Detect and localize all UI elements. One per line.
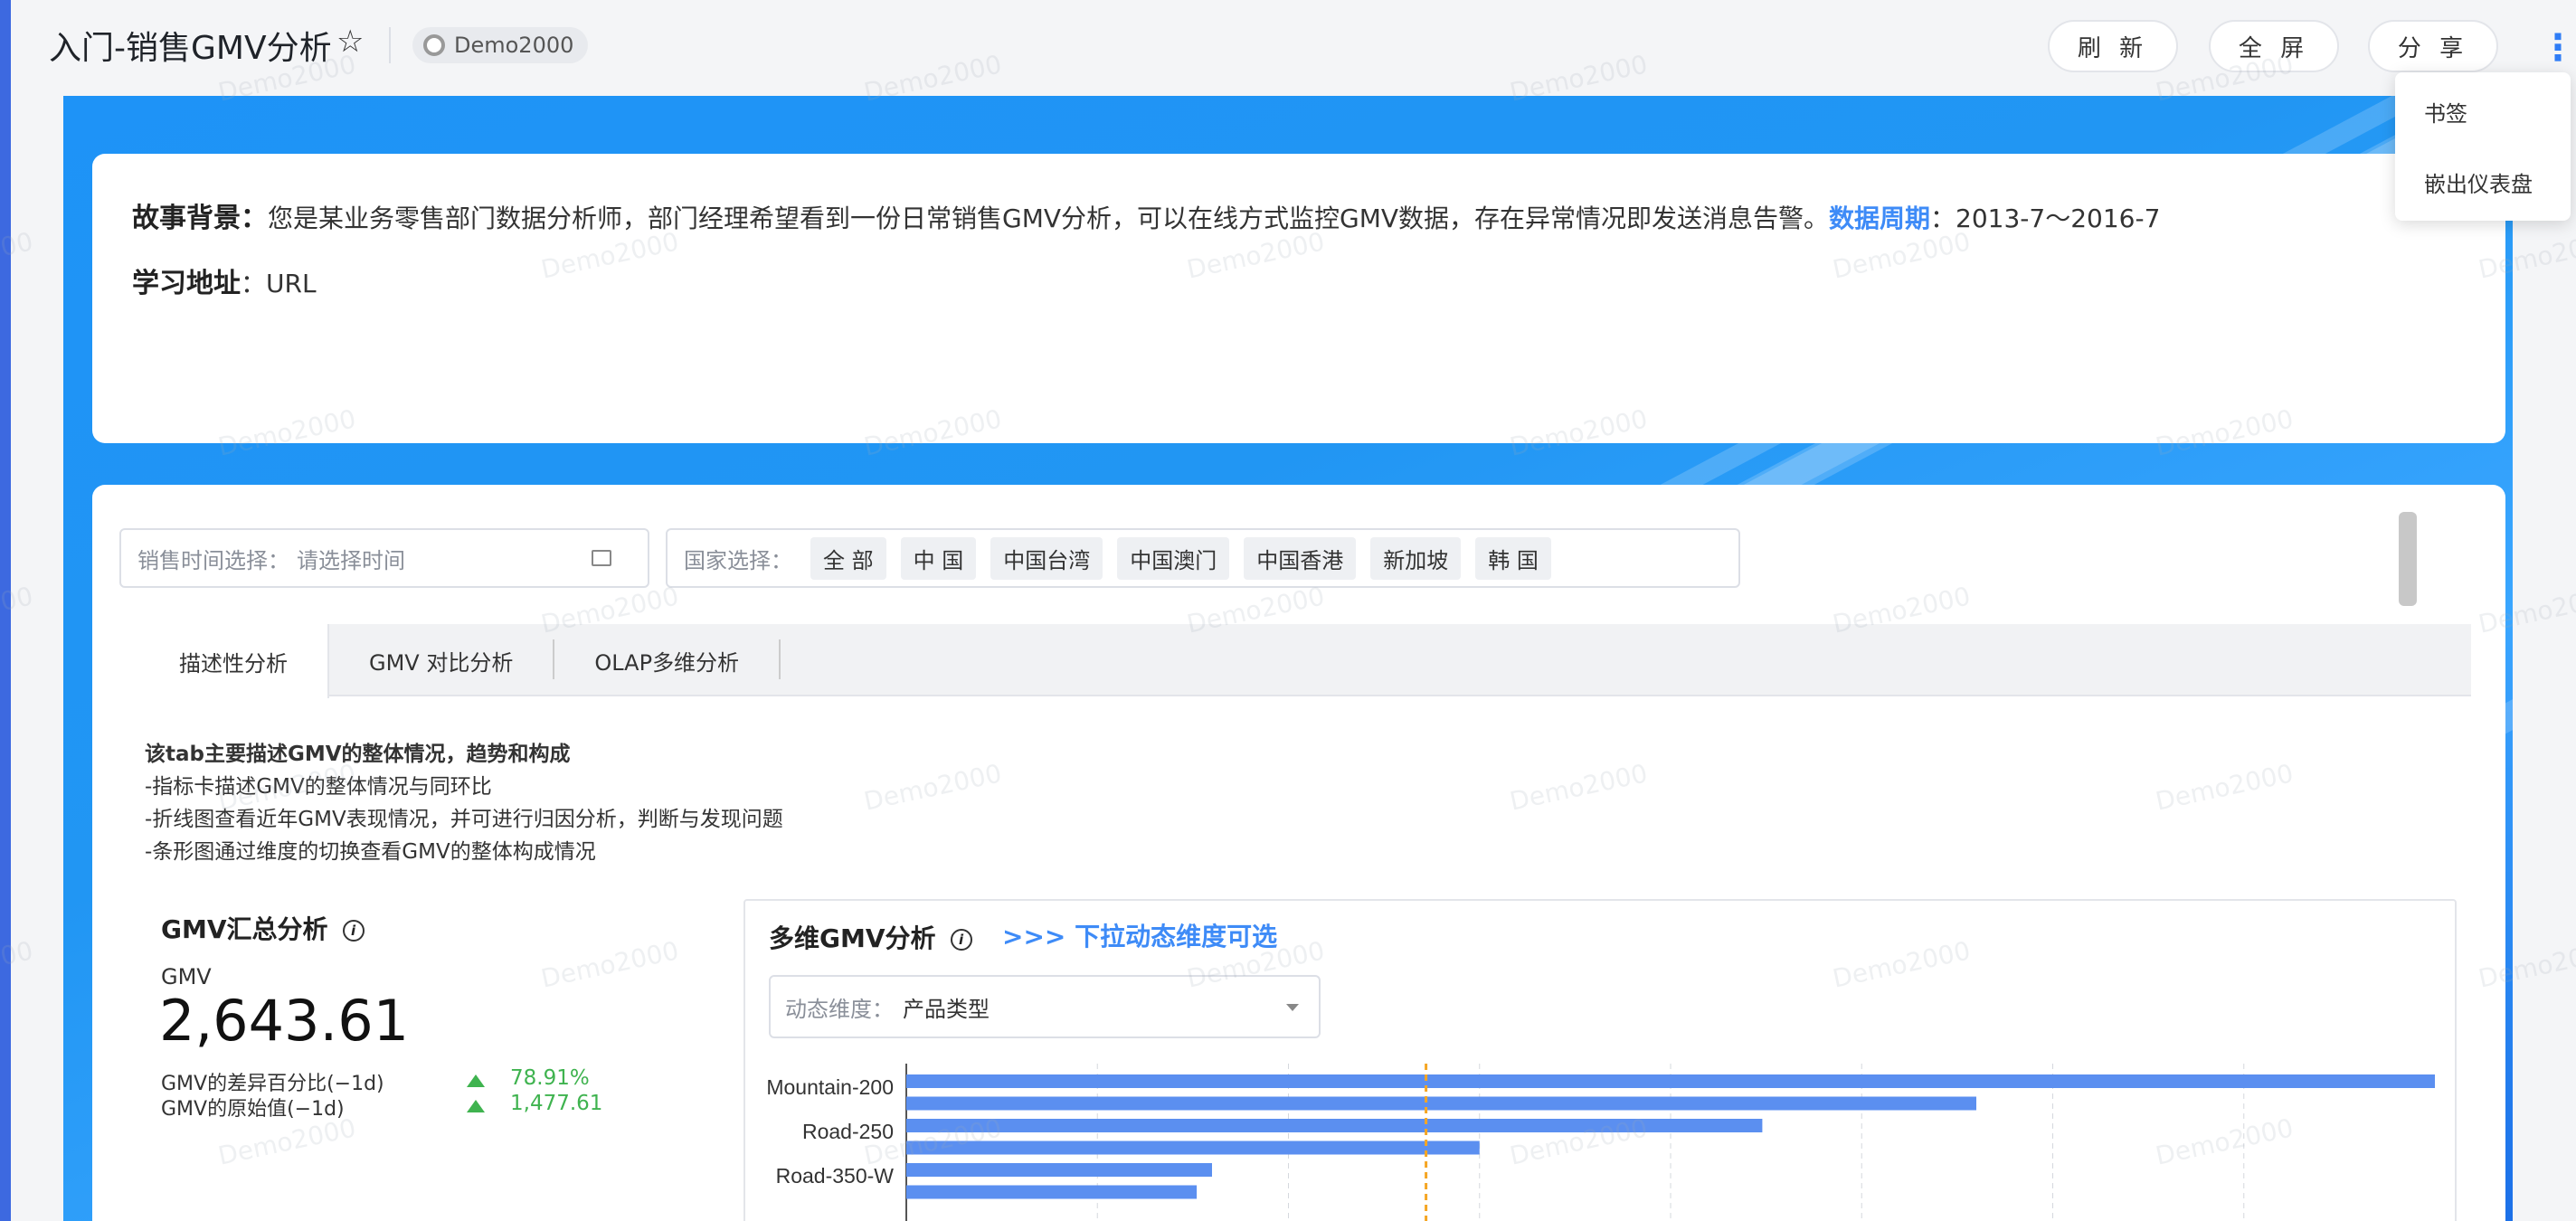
- header-divider: [389, 27, 391, 63]
- menu-item-bookmark[interactable]: 书签: [2424, 96, 2467, 128]
- gmv-metric-value: 2,643.61: [159, 988, 410, 1054]
- dashboard-canvas: 故事背景：您是某业务零售部门数据分析师，部门经理希望看到一份日常销售GMV分析，…: [63, 96, 2513, 1221]
- bar[interactable]: [906, 1163, 1212, 1177]
- country-filter-label: 国家选择：: [684, 547, 792, 573]
- time-filter-label: 销售时间选择：: [137, 547, 289, 573]
- data-period-label: 数据周期: [1829, 204, 1931, 233]
- gmv-summary-title-text: GMV汇总分析: [161, 914, 328, 944]
- category-label: Road-250: [802, 1120, 894, 1143]
- dimension-hint: >>> 下拉动态维度可选: [1002, 922, 1278, 951]
- page-title: 入门-销售GMV分析: [49, 30, 332, 67]
- multi-dim-title-text: 多维GMV分析: [769, 923, 936, 953]
- country-tag[interactable]: 新加坡: [1370, 536, 1462, 580]
- country-tag[interactable]: 中国台湾: [990, 536, 1103, 580]
- trend-up-icon: [467, 1074, 485, 1087]
- dimension-select-label: 动态维度：: [785, 996, 894, 1022]
- dimension-select[interactable]: 动态维度： 产品类型: [769, 975, 1321, 1038]
- more-menu-icon[interactable]: ⋮: [2540, 27, 2576, 69]
- data-period-value: ：2013-7～2016-7: [1930, 204, 2161, 233]
- tab-descriptive[interactable]: 描述性分析: [139, 624, 329, 698]
- refresh-button[interactable]: 刷 新: [2048, 20, 2178, 72]
- country-filter: 国家选择： 全 部 中 国 中国台湾 中国澳门 中国香港 新加坡 韩 国: [666, 528, 1740, 588]
- more-dropdown-menu: 书签 嵌出仪表盘: [2395, 72, 2571, 221]
- story-text: 您是某业务零售部门数据分析师，部门经理希望看到一份日常销售GMV分析，可以在线方…: [268, 204, 1830, 233]
- description-heading: 该tab主要描述GMV的整体情况，趋势和构成: [145, 743, 571, 766]
- country-tag[interactable]: 全 部: [810, 536, 886, 580]
- fullscreen-button[interactable]: 全 屏: [2209, 20, 2339, 72]
- story-label: 故事背景：: [132, 203, 268, 234]
- learning-address-value[interactable]: ：URL: [241, 269, 317, 298]
- description-line: -指标卡描述GMV的整体情况与同环比: [145, 775, 492, 799]
- trend-up-icon: [467, 1100, 485, 1112]
- calendar-icon[interactable]: [592, 550, 611, 566]
- country-tag[interactable]: 中国香港: [1244, 536, 1357, 580]
- favorite-star-icon[interactable]: ☆: [336, 24, 364, 60]
- category-label: Road-350-W: [776, 1164, 895, 1188]
- bar[interactable]: [906, 1185, 1198, 1199]
- country-tag[interactable]: 韩 国: [1475, 536, 1551, 580]
- left-edge-strip: [0, 0, 11, 1221]
- analysis-panel: 销售时间选择： 请选择时间 国家选择： 全 部 中 国 中国台湾 中国澳门 中国…: [92, 485, 2505, 1221]
- bar[interactable]: [906, 1096, 1976, 1111]
- analysis-tabs: 描述性分析 GMV 对比分析 OLAP多维分析: [139, 624, 2471, 698]
- description-line: -条形图通过维度的切换查看GMV的整体构成情况: [145, 840, 596, 864]
- bar[interactable]: [906, 1074, 2435, 1088]
- dashboard-header: 入门-销售GMV分析 ☆ Demo2000 刷 新 全 屏 分 享 ⋮: [11, 0, 2576, 90]
- dimension-select-value[interactable]: 产品类型: [903, 991, 990, 1023]
- comparison-value: 78.91%: [510, 1066, 590, 1090]
- avatar: [423, 34, 445, 56]
- multi-dim-gmv-card: 多维GMV分析 i >>> 下拉动态维度可选 动态维度： 产品类型 Mountai…: [743, 899, 2457, 1221]
- tab-gmv-compare[interactable]: GMV 对比分析: [329, 624, 553, 696]
- comparison-value: 1,477.61: [510, 1092, 603, 1115]
- filter-scrollbar[interactable]: [2399, 512, 2417, 606]
- share-button[interactable]: 分 享: [2368, 20, 2498, 72]
- comparison-label: GMV的原始值(−1d): [161, 1098, 345, 1121]
- country-tag[interactable]: 中国澳门: [1117, 536, 1230, 580]
- gmv-summary-title: GMV汇总分析 i: [161, 910, 365, 946]
- gmv-metric-label: GMV: [161, 964, 212, 989]
- learning-address-label: 学习地址: [132, 268, 241, 299]
- owner-name: Demo2000: [454, 33, 574, 58]
- sales-time-filter[interactable]: 销售时间选择： 请选择时间: [119, 528, 649, 588]
- bar[interactable]: [906, 1119, 1763, 1132]
- tab-olap[interactable]: OLAP多维分析: [554, 624, 779, 696]
- story-background-card: 故事背景：您是某业务零售部门数据分析师，部门经理希望看到一份日常销售GMV分析，…: [92, 154, 2505, 443]
- product-type-bar-chart: Mountain-200 Road-250 Road-350-W: [766, 1064, 2435, 1221]
- tab-divider: [779, 639, 781, 679]
- info-icon[interactable]: i: [950, 929, 972, 951]
- info-icon[interactable]: i: [342, 920, 365, 942]
- country-tag[interactable]: 中 国: [900, 536, 977, 580]
- time-filter-placeholder[interactable]: 请选择时间: [297, 543, 405, 574]
- bar[interactable]: [906, 1141, 1480, 1155]
- menu-item-embed-dashboard[interactable]: 嵌出仪表盘: [2424, 166, 2533, 198]
- multi-dim-title: 多维GMV分析 i: [769, 919, 972, 955]
- tab-description: 该tab主要描述GMV的整体情况，趋势和构成 -指标卡描述GMV的整体情况与同环…: [145, 738, 783, 868]
- category-label: Mountain-200: [766, 1075, 894, 1099]
- owner-chip[interactable]: Demo2000: [412, 27, 589, 63]
- chevron-down-icon: [1286, 1004, 1299, 1011]
- description-line: -折线图查看近年GMV表现情况，并可进行归因分析，判断与发现问题: [145, 808, 783, 831]
